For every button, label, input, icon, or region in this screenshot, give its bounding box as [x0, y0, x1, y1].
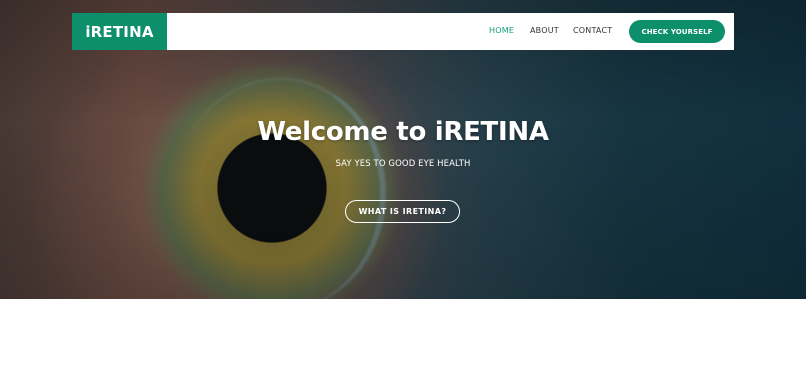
navbar: iRETINA HOME ABOUT CONTACT CHECK YOURSEL…: [72, 13, 734, 50]
nav-menu: HOME ABOUT CONTACT CHECK YOURSELF: [72, 13, 734, 50]
nav-link-home[interactable]: HOME: [489, 26, 514, 35]
hero-section: iRETINA HOME ABOUT CONTACT CHECK YOURSEL…: [0, 0, 806, 299]
check-yourself-button[interactable]: CHECK YOURSELF: [629, 20, 725, 43]
hero-subtitle: SAY YES TO GOOD EYE HEALTH: [335, 159, 471, 169]
nav-link-contact[interactable]: CONTACT: [573, 26, 612, 35]
nav-link-about[interactable]: ABOUT: [530, 26, 559, 35]
content-area: [0, 299, 806, 370]
what-is-iretina-button[interactable]: WHAT IS IRETINA?: [345, 200, 460, 223]
hero-title: Welcome to iRETINA: [257, 117, 549, 147]
